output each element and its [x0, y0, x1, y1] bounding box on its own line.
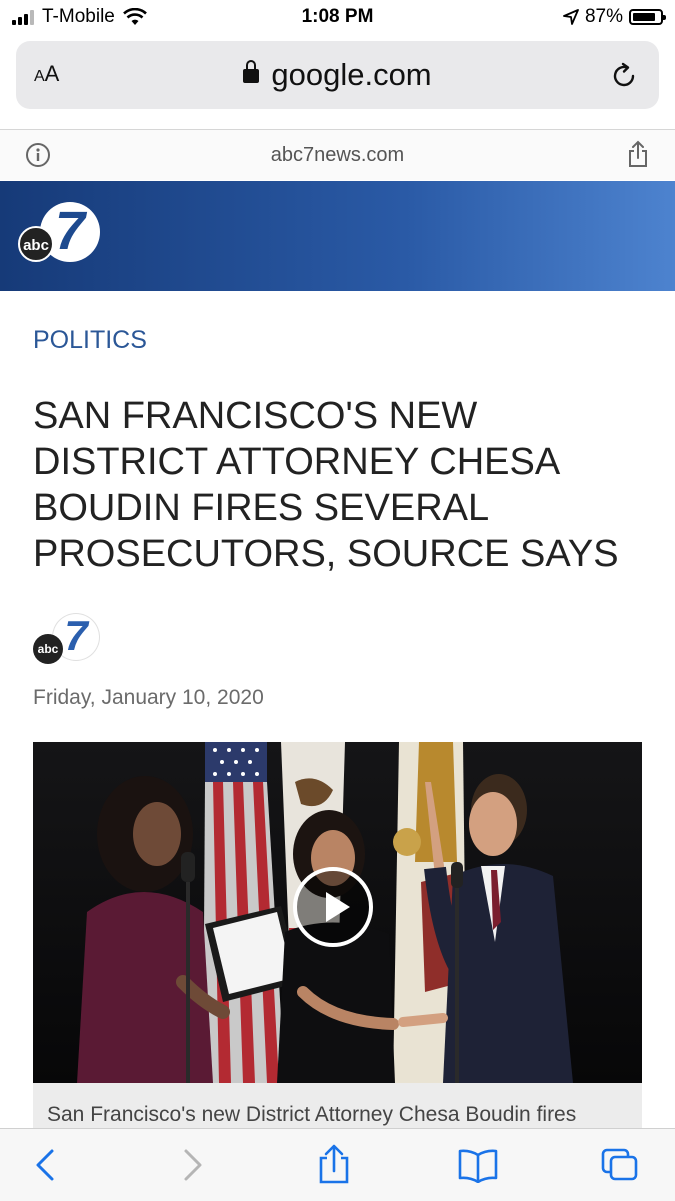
battery-fill — [633, 13, 656, 21]
forward-icon[interactable] — [172, 1147, 212, 1183]
site-header: 7 abc — [0, 181, 675, 291]
article-headline: SAN FRANCISCO'S NEW DISTRICT ATTORNEY CH… — [33, 395, 619, 575]
location-arrow-icon — [563, 9, 579, 25]
logo-abc-circle: abc — [18, 226, 54, 262]
caption-text: San Francisco's new District Attorney Ch… — [47, 1103, 577, 1126]
battery-icon — [629, 9, 666, 25]
status-right: 87% — [563, 6, 666, 28]
byline-abc-circle: abc — [33, 634, 63, 664]
browser-toolbar — [0, 1128, 675, 1201]
address-domain[interactable]: google.com — [16, 57, 659, 93]
byline-logo: 7 abc — [33, 612, 101, 664]
bookmarks-icon[interactable] — [456, 1147, 500, 1183]
article-category[interactable]: POLITICS — [33, 326, 147, 355]
tabs-icon[interactable] — [600, 1147, 640, 1183]
battery-percent: 87% — [584, 6, 623, 27]
address-bar[interactable]: AA google.com — [16, 41, 659, 109]
share-sheet-icon[interactable] — [314, 1143, 354, 1185]
lock-icon — [243, 60, 260, 83]
back-icon[interactable] — [26, 1147, 66, 1183]
byline-logo-abc: abc — [37, 642, 59, 656]
amp-header: abc7news.com — [0, 130, 675, 180]
status-bar: T-Mobile 1:08 PM 87% — [0, 0, 675, 34]
play-button[interactable] — [293, 867, 373, 947]
logo-abc-text: abc — [23, 237, 49, 254]
amp-host[interactable]: abc7news.com — [0, 144, 675, 167]
share-icon[interactable] — [627, 140, 649, 168]
abc7-logo[interactable]: 7 abc — [18, 201, 102, 268]
domain-text: google.com — [271, 57, 432, 92]
reload-icon[interactable] — [609, 61, 639, 91]
video-player[interactable] — [33, 742, 642, 1083]
article-date: Friday, January 10, 2020 — [33, 686, 264, 709]
